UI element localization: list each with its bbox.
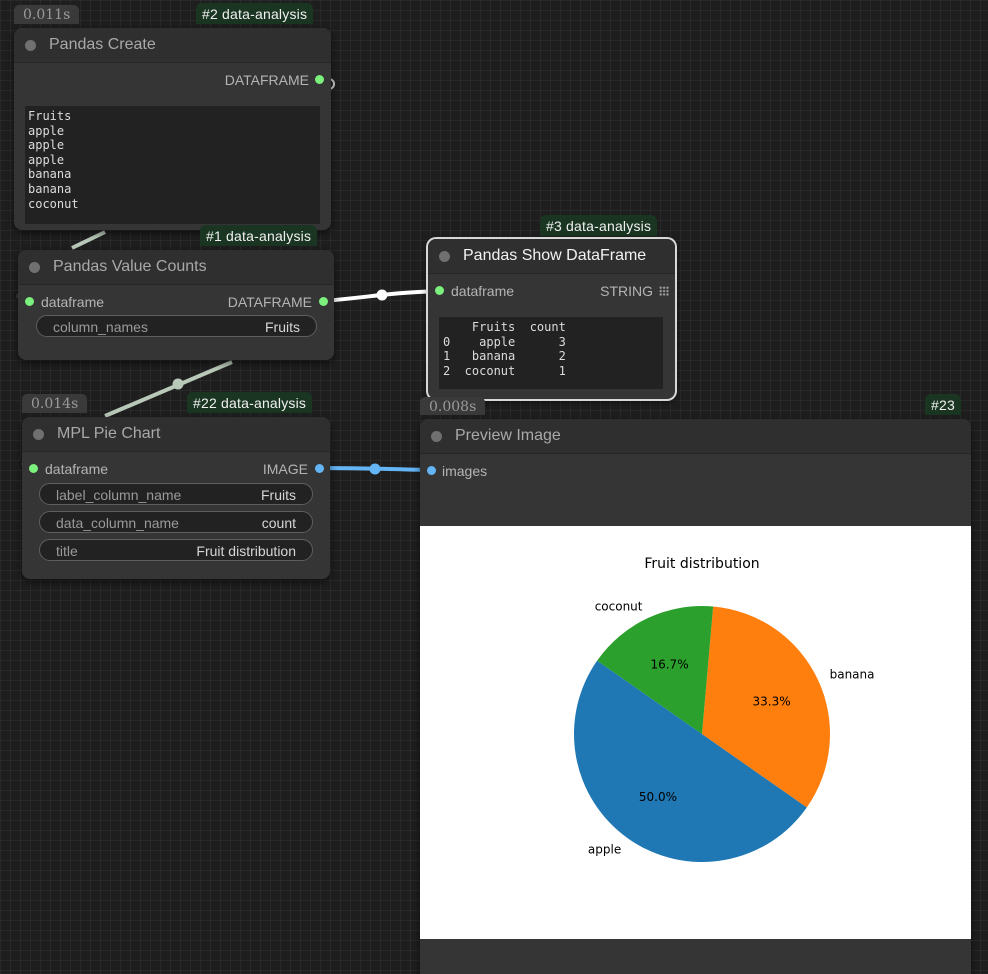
dataframe-text-area[interactable]: Fruits count 0 apple 31 banana 22 coconut…	[439, 317, 663, 389]
csv-text-line: banana	[28, 167, 72, 182]
dataframe-text-line: Fruits count	[443, 320, 566, 334]
widget-value: Fruits	[261, 487, 296, 503]
output-slot-grid-icon[interactable]	[659, 286, 669, 296]
node-title-bar[interactable]: MPL Pie Chart	[22, 417, 330, 452]
node-pandas-value-counts[interactable]: Pandas Value Counts dataframe DATAFRAME …	[18, 250, 334, 360]
node-title-bar[interactable]: Pandas Value Counts	[18, 250, 334, 285]
widget-name: column_names	[53, 319, 148, 335]
pie-pct-label: 33.3%	[753, 695, 791, 709]
pie-pct-label: 50.0%	[639, 790, 677, 804]
preview-image[interactable]: Fruit distribution 50.0% apple 33.3% banana…	[420, 526, 971, 939]
node-badge: #3 data-analysis	[540, 215, 658, 236]
output-label: DATAFRAME	[227, 294, 312, 310]
collapse-dot-icon[interactable]	[25, 40, 36, 51]
node-pandas-create[interactable]: Pandas Create DATAFRAME Fruits apple apple…	[14, 28, 331, 230]
csv-text-line: apple	[28, 152, 65, 167]
execution-time-label: 0.014s	[22, 394, 88, 413]
collapse-dot-icon[interactable]	[33, 429, 44, 440]
input-slot-icon[interactable]	[435, 286, 444, 295]
output-slot-icon[interactable]	[319, 297, 328, 306]
collapse-dot-icon[interactable]	[431, 431, 442, 442]
widget-value: count	[261, 515, 296, 531]
link-string-midpoint[interactable]	[376, 289, 388, 301]
title-widget[interactable]: title Fruit distribution	[39, 539, 313, 561]
input-slot-icon[interactable]	[25, 297, 34, 306]
csv-text-line: banana	[28, 181, 72, 196]
output-label: IMAGE	[262, 461, 308, 477]
data-column-name-widget[interactable]: data_column_name count	[39, 511, 313, 533]
output-slot-icon[interactable]	[315, 75, 324, 84]
node-title: Pandas Value Counts	[53, 258, 207, 275]
execution-time-label: 0.011s	[14, 5, 80, 24]
csv-text-area[interactable]: Fruits apple apple apple banana banana coconut	[25, 106, 320, 224]
dataframe-text-line: 0 apple 3	[443, 334, 566, 349]
collapse-dot-icon[interactable]	[29, 262, 40, 273]
widget-name: label_column_name	[56, 487, 182, 503]
widget-value: Fruits	[265, 319, 300, 335]
input-label: dataframe	[451, 283, 515, 299]
widget-name: title	[56, 543, 78, 559]
node-preview-image[interactable]: Preview Image images Fruit distribution …	[420, 419, 971, 974]
widget-name: data_column_name	[56, 515, 179, 531]
node-badge: #23	[925, 394, 961, 415]
csv-text-line: apple	[28, 123, 65, 138]
column-names-widget[interactable]: column_names Fruits	[36, 315, 317, 337]
node-title-bar[interactable]: Preview Image	[420, 419, 971, 454]
collapse-dot-icon[interactable]	[439, 251, 450, 262]
label-column-name-widget[interactable]: label_column_name Fruits	[39, 483, 313, 505]
dataframe-text-line: 2 coconut 1	[443, 363, 566, 378]
pie-category-label: apple	[588, 842, 621, 856]
node-title: Pandas Create	[49, 36, 156, 53]
node-title-bar[interactable]: Pandas Create	[14, 28, 331, 63]
node-title: MPL Pie Chart	[57, 425, 161, 442]
csv-text-line: Fruits	[28, 109, 72, 123]
input-slot-icon[interactable]	[29, 464, 38, 473]
widget-value: Fruit distribution	[196, 543, 296, 559]
pie-chart: Fruit distribution 50.0% apple 33.3% banana…	[574, 556, 875, 862]
node-title: Preview Image	[455, 427, 561, 444]
dataframe-text-line: 1 banana 2	[443, 349, 566, 364]
output-slot-icon[interactable]	[315, 464, 324, 473]
execution-time-label: 0.008s	[420, 397, 486, 415]
csv-text-line: coconut	[28, 196, 79, 211]
input-label: dataframe	[41, 294, 105, 310]
input-label: images	[442, 463, 488, 479]
node-badge: #22 data-analysis	[187, 392, 313, 413]
node-title-bar[interactable]: Pandas Show DataFrame	[428, 239, 675, 274]
node-title: Pandas Show DataFrame	[463, 247, 647, 264]
pie-pct-label: 16.7%	[650, 657, 688, 671]
output-label: STRING	[600, 283, 653, 299]
output-label: DATAFRAME	[224, 72, 309, 88]
node-mpl-pie-chart[interactable]: MPL Pie Chart dataframe IMAGE label_colu…	[22, 417, 330, 579]
pie-category-label: coconut	[595, 599, 643, 613]
input-slot-icon[interactable]	[427, 466, 436, 475]
input-label: dataframe	[45, 461, 109, 477]
node-badge: #1 data-analysis	[200, 225, 318, 246]
node-badge: #2 data-analysis	[196, 3, 314, 24]
csv-text-line: apple	[28, 138, 65, 153]
link-image-midpoint[interactable]	[369, 463, 381, 475]
pie-category-label: banana	[830, 667, 875, 681]
chart-title: Fruit distribution	[644, 556, 759, 572]
node-pandas-show-dataframe[interactable]: Pandas Show DataFrame dataframe STRING F…	[428, 239, 675, 399]
link-dataframe-midpoint[interactable]	[172, 378, 184, 390]
